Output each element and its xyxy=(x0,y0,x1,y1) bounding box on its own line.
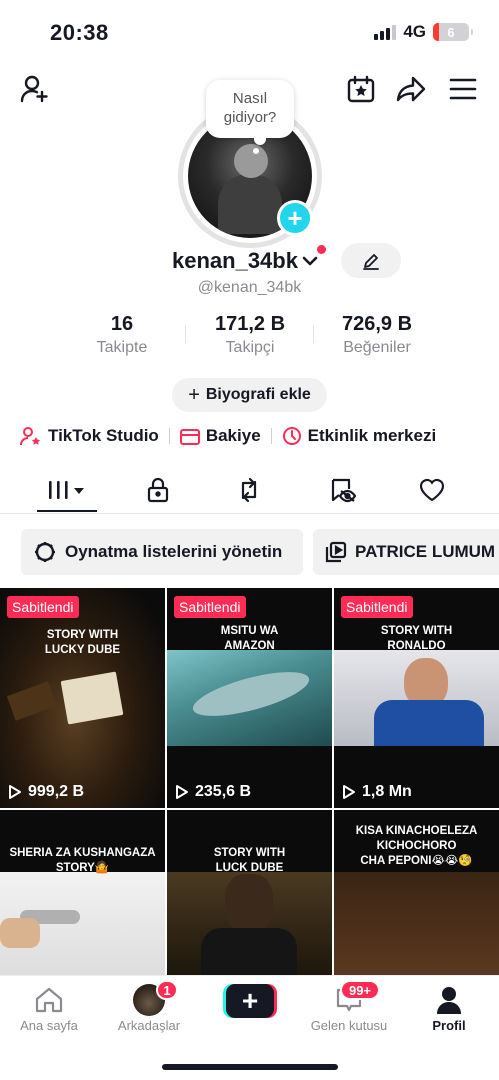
notification-dot xyxy=(317,245,326,254)
video-thumbnail[interactable]: Sabitlendi MSITU WA AMAZON 235,6 B xyxy=(167,588,332,808)
add-story-button[interactable]: + xyxy=(277,200,313,236)
add-bio-button[interactable]: + Biyografi ekle xyxy=(172,378,327,412)
share-icon[interactable] xyxy=(394,72,428,106)
link-balance[interactable]: Bakiye xyxy=(179,426,261,446)
nav-home[interactable]: Ana sayfa xyxy=(4,982,94,1033)
clock-icon xyxy=(282,427,301,445)
play-icon xyxy=(9,785,21,799)
tab-reposts[interactable] xyxy=(219,470,279,510)
bubble-line-1: Nasıl xyxy=(232,90,268,107)
person-star-icon xyxy=(20,427,41,446)
videos-grid-icon xyxy=(49,481,84,499)
home-indicator xyxy=(162,1064,338,1070)
edit-profile-button[interactable] xyxy=(341,243,401,278)
signal-icon xyxy=(374,24,397,40)
create-button[interactable]: + xyxy=(223,984,277,1018)
repost-icon xyxy=(241,477,257,503)
battery-icon: 6 xyxy=(433,23,473,41)
nav-friends[interactable]: Arkadaşlar 1 xyxy=(104,980,194,1033)
video-thumbnail[interactable]: KISA KINACHOELEZA KICHOCHORO CHA PEPONI😭… xyxy=(334,810,499,976)
wallet-icon xyxy=(179,429,200,445)
chevron-down-icon xyxy=(302,256,318,266)
network-type: 4G xyxy=(403,22,426,41)
link-tiktok-studio[interactable]: TikTok Studio xyxy=(20,426,159,446)
status-time: 20:38 xyxy=(50,20,109,45)
bubble-line-2: gidiyor? xyxy=(223,109,277,126)
link-event-center[interactable]: Etkinlik merkezi xyxy=(282,426,436,446)
home-icon xyxy=(35,987,63,1013)
video-thumbnail[interactable]: STORY WITH LUCK DUBE xyxy=(167,810,332,976)
video-thumbnail[interactable]: Sabitlendi STORY WITH RONALDO 1,8 Mn xyxy=(334,588,499,808)
calendar-star-icon[interactable] xyxy=(344,72,378,106)
playlist-icon xyxy=(325,541,347,563)
playlist-chip[interactable]: PATRICE LUMUM xyxy=(313,529,499,575)
profile-handle: @kenan_34bk xyxy=(197,279,302,296)
profile-icon xyxy=(437,987,461,1014)
status-bubble[interactable]: Nasıl gidiyor? xyxy=(206,80,294,145)
tab-videos[interactable] xyxy=(37,470,97,510)
stat-likes[interactable]: 726,9 B Beğeniler xyxy=(322,313,432,357)
tab-hidden[interactable] xyxy=(312,470,372,510)
profile-stats: 16 Takipte 171,2 B Takipçi 726,9 B Beğen… xyxy=(0,313,499,363)
manage-playlists-chip[interactable]: Oynatma listelerini yönetin xyxy=(21,529,303,575)
heart-icon xyxy=(419,478,445,502)
add-friend-icon[interactable] xyxy=(18,72,52,106)
menu-icon[interactable] xyxy=(446,72,480,106)
hidden-eye-icon xyxy=(331,478,356,503)
plus-icon: + xyxy=(188,383,200,406)
stat-followers[interactable]: 171,2 B Takipçi xyxy=(195,313,305,357)
tab-liked[interactable] xyxy=(402,470,462,510)
tab-private[interactable] xyxy=(128,470,188,510)
nav-profile[interactable]: Profil xyxy=(404,982,494,1033)
username-switcher[interactable]: kenan_34bk xyxy=(172,248,318,274)
status-bar: 20:38 4G 6 xyxy=(0,0,499,62)
quick-links: TikTok Studio Bakiye Etkinlik merkezi xyxy=(20,424,436,448)
video-thumbnail[interactable]: Sabitlendi STORY WITH LUCKY DUBE 999,2 B xyxy=(0,588,165,808)
username: kenan_34bk xyxy=(172,248,298,273)
video-thumbnail[interactable]: SHERIA ZA KUSHANGAZA STORY🤷 xyxy=(0,810,165,976)
friends-badge: 1 xyxy=(156,980,178,1000)
content-tabs xyxy=(0,470,499,514)
inbox-badge: 99+ xyxy=(340,980,380,1000)
create-plus-icon: + xyxy=(226,984,274,1018)
gear-icon xyxy=(35,542,55,562)
lock-icon xyxy=(147,477,169,503)
play-icon xyxy=(176,785,188,799)
play-icon xyxy=(343,785,355,799)
pencil-icon xyxy=(363,253,379,270)
nav-inbox[interactable]: Gelen kutusu 99+ xyxy=(304,980,394,1033)
stat-following[interactable]: 16 Takipte xyxy=(72,313,172,357)
battery-level: 6 xyxy=(447,24,455,40)
